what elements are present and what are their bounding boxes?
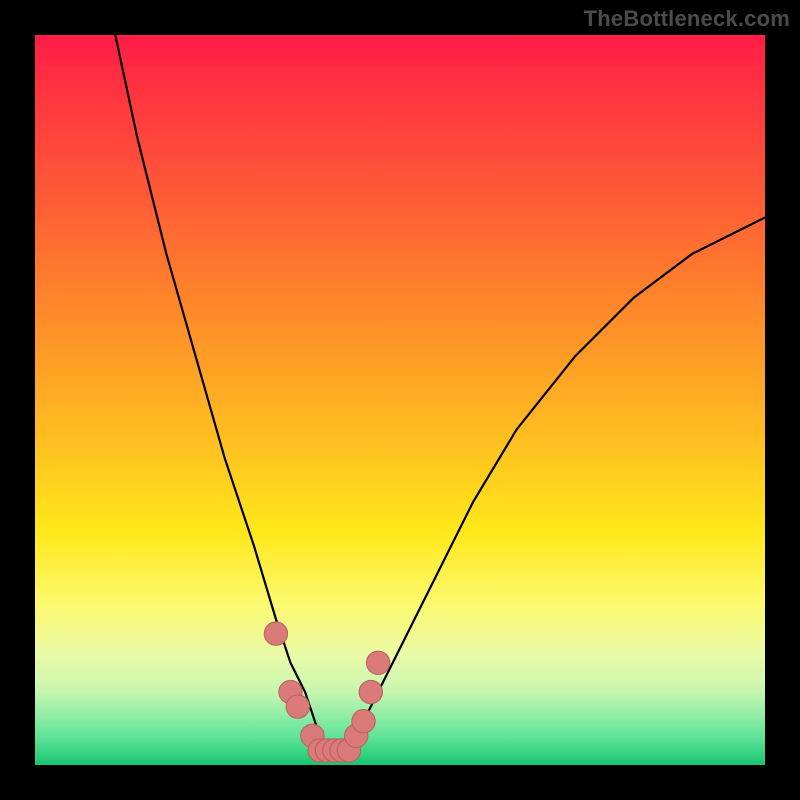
highlight-dot: [352, 710, 375, 733]
bottleneck-curve-path: [115, 35, 765, 758]
marker-group: [264, 622, 390, 762]
plot-area: [35, 35, 765, 765]
watermark-text: TheBottleneck.com: [584, 6, 790, 32]
highlight-dot: [264, 622, 287, 645]
curve-svg: [35, 35, 765, 765]
highlight-dot: [359, 680, 382, 703]
chart-frame: TheBottleneck.com: [0, 0, 800, 800]
highlight-dot: [366, 651, 389, 674]
highlight-dot: [286, 695, 309, 718]
